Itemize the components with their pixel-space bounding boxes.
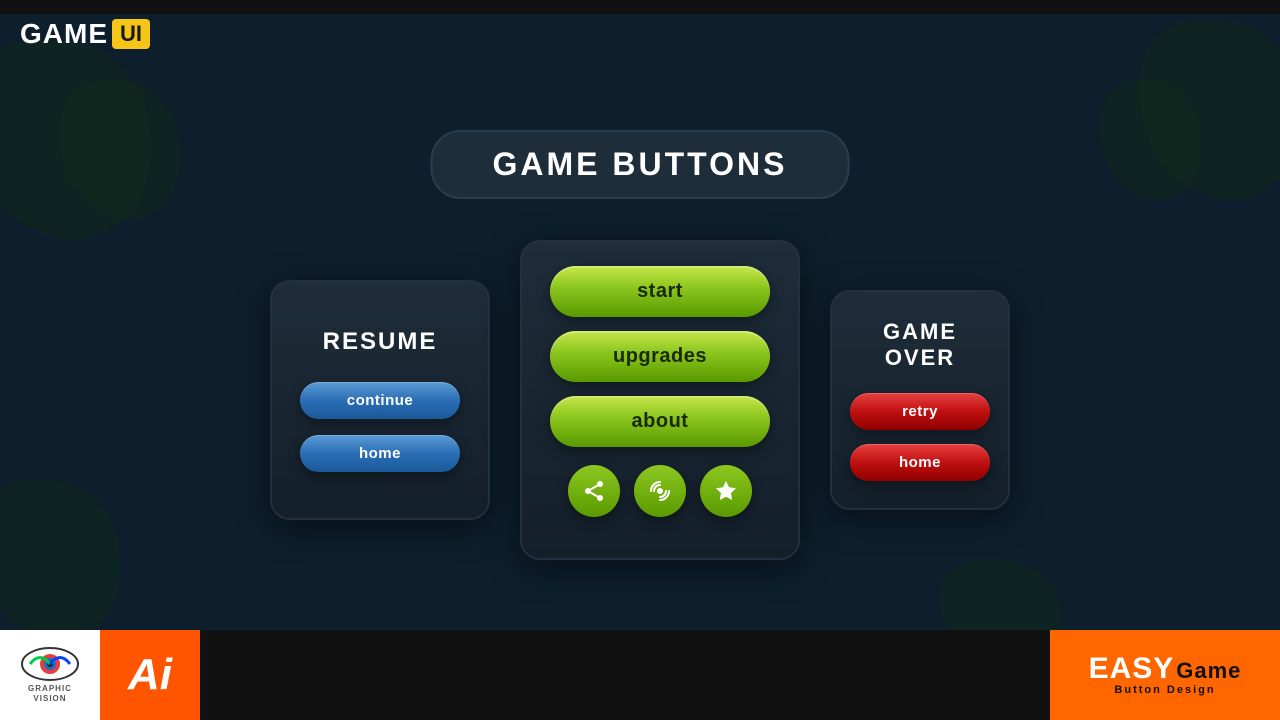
illustrator-logo: Ai <box>100 630 200 720</box>
eye-icon <box>20 646 80 682</box>
logo-ui-badge: UI <box>112 19 150 49</box>
home-button-gameover[interactable]: home <box>850 444 990 481</box>
about-button[interactable]: about <box>550 396 770 447</box>
retry-button[interactable]: retry <box>850 393 990 430</box>
main-card: start upgrades about <box>520 240 800 560</box>
continue-button[interactable]: continue <box>300 382 460 419</box>
gv-text: GRAPHIC VISION <box>28 684 72 703</box>
gameover-card-title: GAME OVER <box>883 319 957 372</box>
brand-logo: EASY Game Button Design <box>1050 630 1280 720</box>
gameover-line2: OVER <box>885 345 955 370</box>
resume-card-title: RESUME <box>323 328 438 356</box>
radio-button[interactable] <box>634 465 686 517</box>
upgrades-button[interactable]: upgrades <box>550 331 770 382</box>
logo: GAME UI <box>20 18 150 50</box>
brand-sub: Button Design <box>1114 684 1215 696</box>
radio-icon <box>648 479 672 503</box>
cards-container: RESUME continue home start upgrades abou… <box>270 240 1010 560</box>
main-title-box: GAME BUTTONS <box>431 130 850 199</box>
icon-row <box>568 465 752 517</box>
home-button-resume[interactable]: home <box>300 435 460 472</box>
gameover-line1: GAME <box>883 319 957 344</box>
share-button[interactable] <box>568 465 620 517</box>
logo-game-text: GAME <box>20 18 108 50</box>
gameover-card: GAME OVER retry home <box>830 290 1010 510</box>
brand-easy: EASY <box>1089 654 1175 684</box>
bottom-bar: GRAPHIC VISION Ai EASY Game Button Desig… <box>0 630 1280 720</box>
ai-text: Ai <box>128 650 172 700</box>
main-title-text: GAME BUTTONS <box>493 146 788 182</box>
bottom-left-logos: GRAPHIC VISION Ai <box>0 630 200 720</box>
share-icon <box>582 479 606 503</box>
top-bar <box>0 0 1280 14</box>
star-button[interactable] <box>700 465 752 517</box>
main-title-wrap: GAME BUTTONS <box>431 130 850 199</box>
graphic-vision-logo: GRAPHIC VISION <box>0 630 100 720</box>
star-icon <box>714 479 738 503</box>
brand-game: Game <box>1176 658 1241 684</box>
start-button[interactable]: start <box>550 266 770 317</box>
resume-card: RESUME continue home <box>270 280 490 520</box>
